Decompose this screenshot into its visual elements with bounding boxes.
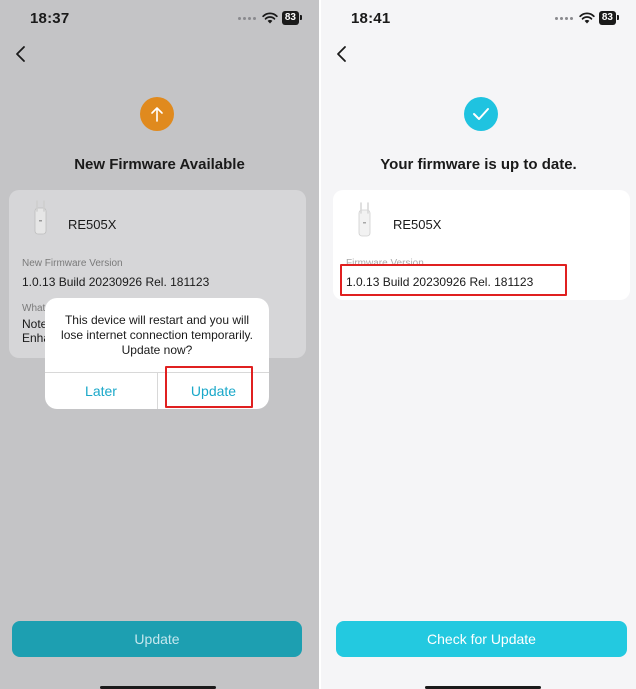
- device-name: RE505X: [393, 217, 442, 232]
- chevron-left-icon: [337, 46, 346, 62]
- wifi-icon: [579, 12, 595, 24]
- arrow-up-icon: [151, 107, 163, 122]
- status-bar: 18:37 83: [0, 0, 319, 36]
- dialog-message: This device will restart and you will lo…: [61, 313, 253, 357]
- page-title: Your firmware is up to date.: [380, 156, 577, 173]
- status-time: 18:37: [30, 10, 70, 27]
- firmware-version-value: 1.0.13 Build 20230926 Rel. 181123: [22, 275, 210, 289]
- range-extender-icon: [358, 202, 371, 237]
- whats-new-label: What: [22, 303, 46, 314]
- device-name: RE505X: [68, 217, 117, 232]
- signal-icon: [237, 16, 256, 20]
- later-button[interactable]: Later: [45, 373, 157, 409]
- chevron-left-icon: [16, 46, 25, 62]
- wifi-icon: [262, 12, 278, 24]
- status-time: 18:41: [351, 10, 391, 27]
- back-button[interactable]: [331, 42, 355, 66]
- status-bar: 18:41 83: [321, 0, 636, 36]
- back-button[interactable]: [10, 42, 34, 66]
- checkmark-icon: [473, 108, 489, 120]
- battery-icon: 83: [281, 11, 303, 25]
- left-screen: 18:37 83 New Firmware Available RE505X N…: [0, 0, 319, 689]
- highlight-box-firmware-version: [340, 264, 567, 296]
- check-for-update-button[interactable]: Check for Update: [336, 621, 627, 657]
- status-icons: 83: [554, 11, 620, 25]
- battery-icon: 83: [598, 11, 620, 25]
- update-button[interactable]: Update: [12, 621, 302, 657]
- signal-icon: [554, 16, 573, 20]
- right-screen: 18:41 83 Your firmware is up to date. RE…: [321, 0, 636, 689]
- up-to-date-icon: [464, 97, 498, 131]
- page-title: New Firmware Available: [74, 156, 245, 173]
- range-extender-icon: [34, 200, 47, 235]
- firmware-version-label: New Firmware Version: [22, 258, 123, 269]
- highlight-box-update: [165, 366, 253, 408]
- update-available-icon: [140, 97, 174, 131]
- status-icons: 83: [237, 11, 303, 25]
